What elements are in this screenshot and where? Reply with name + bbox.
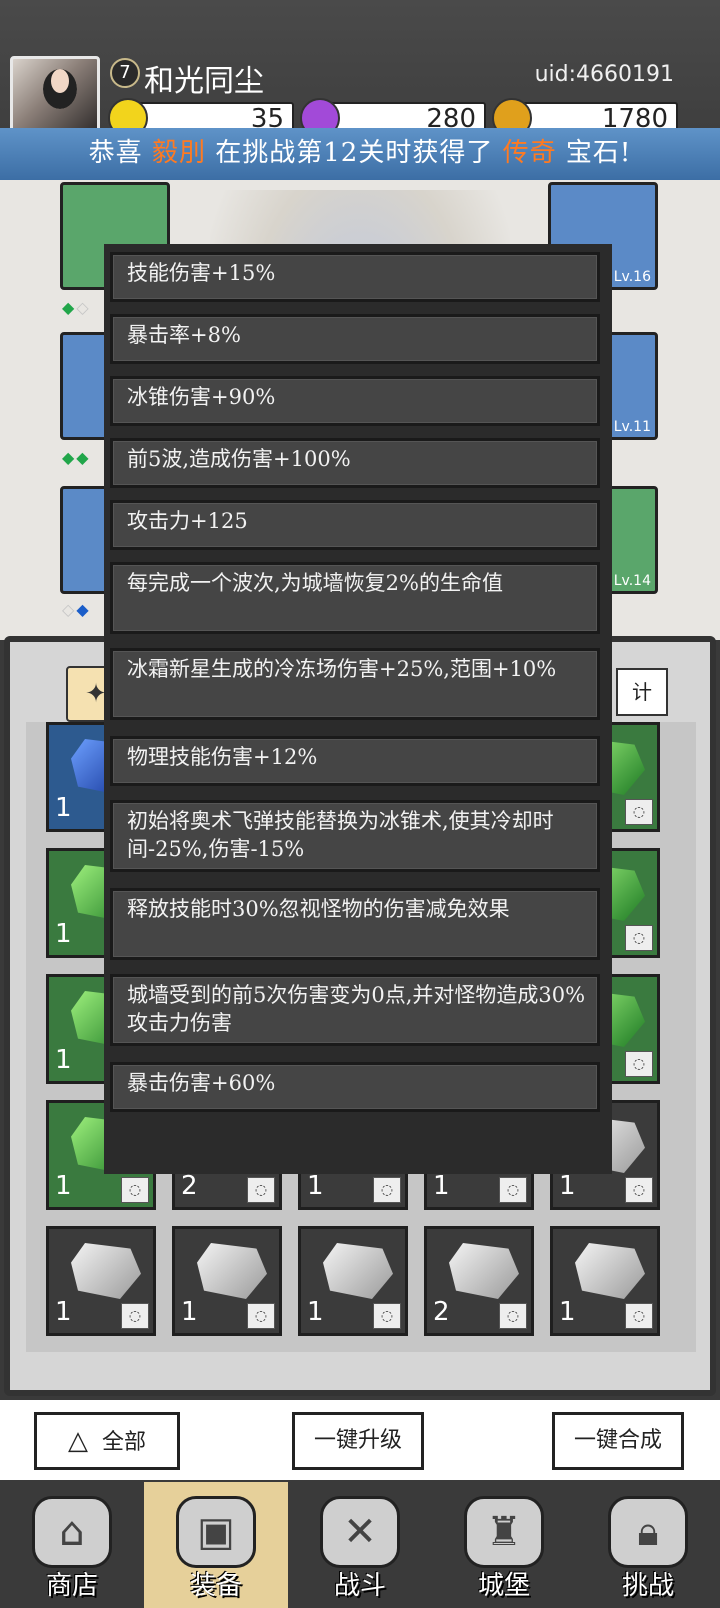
upgrade-all-button[interactable]: 一键升级 (292, 1412, 424, 1470)
equip-type-icon: ◌ (625, 925, 653, 951)
gem-count: 1 (55, 1045, 72, 1075)
notice-middle: 在挑战第12关时获得了 (215, 138, 494, 168)
nav-label: 挑战 (621, 1571, 674, 1601)
equip-type-icon: ◌ (247, 1303, 275, 1329)
nav-castle[interactable]: ♜ 城堡 (432, 1482, 576, 1608)
notice-prefix: 恭喜 (88, 138, 143, 168)
equip-type-icon: ◌ (625, 1303, 653, 1329)
notice-player: 毅刖 (151, 138, 206, 168)
broadcast-banner: 恭喜 毅刖 在挑战第12关时获得了 传奇 宝石! (0, 128, 720, 180)
stats-button[interactable]: 计 (616, 668, 668, 716)
nav-label: 装备 (189, 1571, 242, 1601)
affix-line: 初始将奥术飞弹技能替换为冰锥术,使其冷却时间-25%,伤害-15% (110, 800, 600, 872)
gem-icon (323, 1243, 393, 1299)
gem-slot[interactable]: 1◌ (550, 1226, 660, 1336)
gem-count: 1 (433, 1171, 450, 1201)
nav-equipment[interactable]: ▣ 装备 (144, 1482, 288, 1608)
gem-count: 2 (433, 1297, 450, 1327)
affix-line: 每完成一个波次,为城墙恢复2%的生命值 (110, 562, 600, 634)
equip-type-icon: ◌ (499, 1303, 527, 1329)
gem-count: 1 (55, 1297, 72, 1327)
affix-line: 冰锥伤害+90% (110, 376, 600, 426)
equip-type-icon: ◌ (121, 1177, 149, 1203)
filter-all-label: 全部 (101, 1430, 146, 1455)
nav-label: 战斗 (333, 1571, 386, 1601)
nav-label: 商店 (45, 1571, 98, 1601)
gem-sockets: ◆◇ (62, 298, 91, 317)
bottom-nav: ⌂ 商店 ▣ 装备 ✕ 战斗 ♜ 城堡 🔒︎ 挑战 (0, 1482, 720, 1608)
player-name: 和光同尘 (144, 64, 264, 99)
player-level-badge: 7 (110, 58, 140, 88)
nav-battle[interactable]: ✕ 战斗 (288, 1482, 432, 1608)
affix-line: 技能伤害+15% (110, 252, 600, 302)
notice-item: 传奇 (502, 138, 557, 168)
gem-count: 2 (181, 1171, 198, 1201)
gem-count: 1 (559, 1171, 576, 1201)
player-uid: uid:4660191 (534, 62, 674, 87)
gem-count: 1 (55, 919, 72, 949)
gem-icon (575, 1243, 645, 1299)
gem-count: 1 (55, 1171, 72, 1201)
player-avatar[interactable] (10, 56, 100, 136)
filter-all-button[interactable]: △ 全部 (34, 1412, 180, 1470)
notice-suffix: 宝石! (565, 138, 632, 168)
item-affix-tooltip: 技能伤害+15% 暴击率+8% 冰锥伤害+90% 前5波,造成伤害+100% 攻击力+1… (104, 244, 612, 1174)
nav-label: 城堡 (477, 1571, 530, 1601)
equip-type-icon: ◌ (625, 799, 653, 825)
equip-type-icon: ◌ (121, 1303, 149, 1329)
gem-slot[interactable]: 1◌ (172, 1226, 282, 1336)
gem-count: 1 (181, 1297, 198, 1327)
equip-type-icon: ◌ (625, 1177, 653, 1203)
gem-sockets: ◇◆ (62, 600, 91, 619)
gem-count: 1 (55, 793, 72, 823)
gem-count: 1 (307, 1297, 324, 1327)
gem-count: 1 (307, 1171, 324, 1201)
slot-level: Lv.16 (613, 269, 651, 285)
affix-line: 暴击率+8% (110, 314, 600, 364)
gem-slot[interactable]: 1◌ (46, 1226, 156, 1336)
locked-gate-icon: 🔒︎ (608, 1496, 688, 1568)
nav-challenge[interactable]: 🔒︎ 挑战 (576, 1482, 720, 1608)
gem-icon (71, 1243, 141, 1299)
equip-type-icon: ◌ (499, 1177, 527, 1203)
affix-line: 前5波,造成伤害+100% (110, 438, 600, 488)
gem-icon (197, 1243, 267, 1299)
triangle-icon: △ (67, 1426, 88, 1456)
slot-level: Lv.14 (613, 573, 651, 589)
affix-line: 暴击伤害+60% (110, 1062, 600, 1112)
equip-type-icon: ◌ (625, 1051, 653, 1077)
crossed-swords-icon: ✕ (320, 1496, 400, 1568)
affix-line: 冰霜新星生成的冷冻场伤害+25%,范围+10% (110, 648, 600, 720)
slot-level: Lv.11 (613, 419, 651, 435)
equip-type-icon: ◌ (373, 1303, 401, 1329)
gem-sockets: ◆◆ (62, 448, 91, 467)
affix-line: 物理技能伤害+12% (110, 736, 600, 786)
inventory-actions: △ 全部 一键升级 一键合成 (0, 1400, 720, 1480)
castle-icon: ♜ (464, 1496, 544, 1568)
top-header: 7 和光同尘 uid:4660191 35 280 1780 (0, 0, 720, 140)
affix-line: 释放技能时30%忽视怪物的伤害减免效果 (110, 888, 600, 960)
gem-count: 1 (559, 1297, 576, 1327)
backpack-icon: ▣ (176, 1496, 256, 1568)
nav-shop[interactable]: ⌂ 商店 (0, 1482, 144, 1608)
gem-icon (449, 1243, 519, 1299)
equip-type-icon: ◌ (373, 1177, 401, 1203)
equip-type-icon: ◌ (247, 1177, 275, 1203)
affix-line: 攻击力+125 (110, 500, 600, 550)
shop-icon: ⌂ (32, 1496, 112, 1568)
gem-slot[interactable]: 1◌ (298, 1226, 408, 1336)
gem-slot[interactable]: 2◌ (424, 1226, 534, 1336)
affix-line: 城墙受到的前5次伤害变为0点,并对怪物造成30%攻击力伤害 (110, 974, 600, 1046)
merge-all-button[interactable]: 一键合成 (552, 1412, 684, 1470)
avatar-face (43, 69, 77, 109)
